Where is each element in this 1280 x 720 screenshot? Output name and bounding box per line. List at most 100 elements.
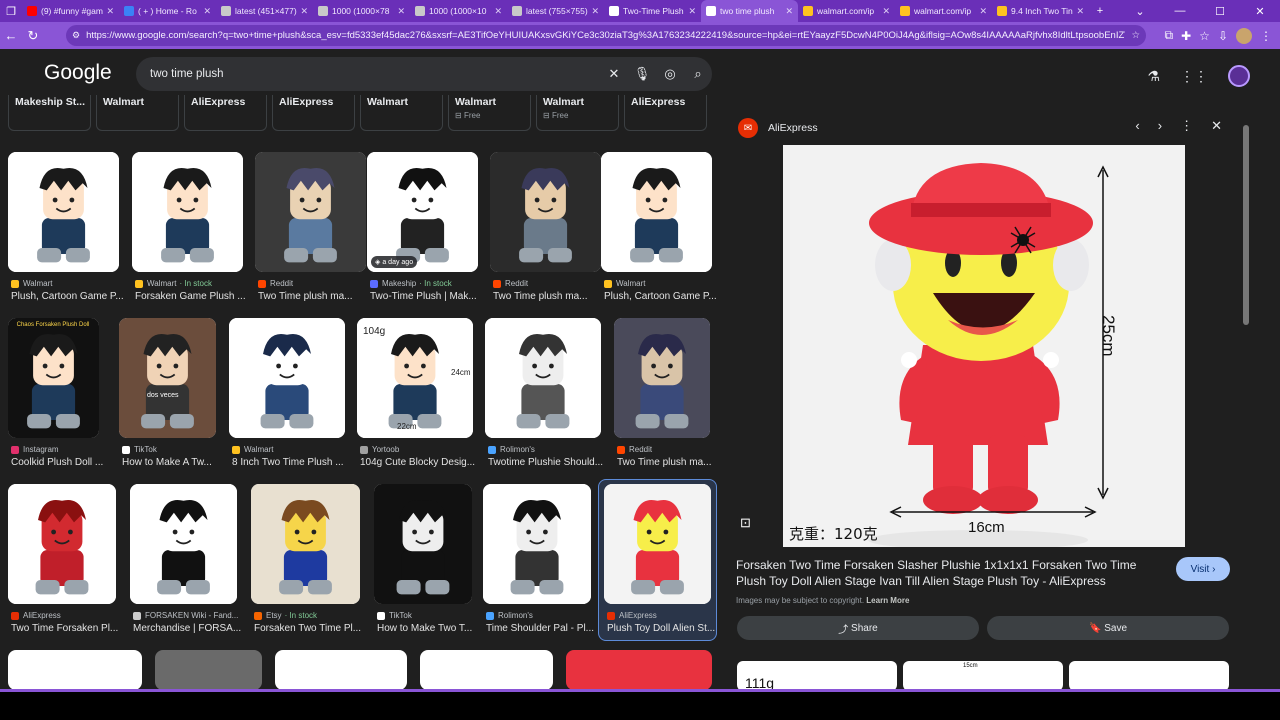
result-source[interactable]: Reddit (493, 279, 528, 288)
result-thumbnail[interactable] (8, 484, 116, 604)
mic-icon[interactable]: 🎙 (628, 66, 656, 82)
tab[interactable]: 9.4 Inch Two Tin ✕ (992, 0, 1089, 22)
tab-close-icon[interactable]: ✕ (688, 6, 696, 17)
result-thumbnail[interactable]: dos veces (119, 318, 216, 438)
result-thumbnail[interactable] (132, 152, 243, 272)
filter-chip[interactable]: AliExpress (272, 95, 355, 131)
site-info-icon[interactable]: ⚙ (72, 30, 80, 41)
scrollbar-thumb[interactable] (1243, 125, 1249, 325)
search-icon[interactable]: ⌕ (684, 66, 712, 82)
search-input[interactable]: two time plush (150, 68, 600, 80)
tab-close-icon[interactable]: ✕ (300, 6, 308, 17)
result-thumbnail[interactable]: ◈ a day ago (367, 152, 478, 272)
result-source[interactable]: Instagram (11, 445, 59, 454)
filter-chip[interactable]: AliExpress (624, 95, 707, 131)
result-title[interactable]: Twotime Plushie Should... (488, 457, 603, 468)
result-source[interactable]: AliExpress (607, 611, 657, 620)
tab[interactable]: latest (755×755) ✕ (507, 0, 604, 22)
result-thumbnail[interactable] (8, 650, 142, 689)
next-arrow-icon[interactable]: › (1158, 118, 1162, 134)
apps-grid-icon[interactable]: ⋮⋮ (1180, 68, 1208, 85)
result-title[interactable]: 8 Inch Two Time Plush ... (232, 457, 347, 468)
result-source[interactable]: Reddit (617, 445, 652, 454)
extensions-icon[interactable]: ⧉ (1165, 28, 1174, 43)
result-title[interactable]: Merchandise | FORSA... (133, 623, 248, 634)
result-source[interactable]: Makeship · In stock (370, 279, 452, 288)
tab-close-icon[interactable]: ✕ (106, 6, 114, 17)
result-thumbnail[interactable] (604, 484, 711, 604)
result-thumbnail[interactable] (155, 650, 262, 689)
tab-close-icon[interactable]: ✕ (591, 6, 599, 17)
result-thumbnail[interactable] (374, 484, 472, 604)
result-source[interactable]: TikTok (377, 611, 412, 620)
result-thumbnail[interactable] (483, 484, 591, 604)
result-thumbnail[interactable]: 104g 24cm 22cm (357, 318, 473, 438)
tab[interactable]: walmart.com/ip ✕ (798, 0, 895, 22)
filter-chip[interactable]: Walmart ⊟ Free (448, 95, 531, 131)
account-avatar[interactable] (1228, 65, 1250, 87)
result-source[interactable]: Rolimon's (488, 445, 535, 454)
tab-close-icon[interactable]: ✕ (882, 6, 890, 17)
result-title[interactable]: 104g Cute Blocky Desig... (360, 457, 475, 468)
tab[interactable]: (9) #funny #gam ✕ (22, 0, 119, 22)
result-title[interactable]: Two Time Forsaken Pl... (11, 623, 126, 634)
clear-icon[interactable]: ✕ (600, 66, 628, 82)
maximize-button[interactable]: ☐ (1200, 0, 1240, 22)
result-title[interactable]: Two Time plush ma... (617, 457, 732, 468)
prev-arrow-icon[interactable]: ‹ (1135, 118, 1139, 134)
result-source[interactable]: FORSAKEN Wiki - Fand... (133, 611, 238, 620)
tab-close-icon[interactable]: ✕ (494, 6, 502, 17)
share-button[interactable]: ⤴ Share (737, 616, 979, 640)
result-title[interactable]: Forsaken Two Time Pl... (254, 623, 369, 634)
result-thumbnail[interactable] (8, 152, 119, 272)
filter-chip[interactable]: AliExpress (184, 95, 267, 131)
result-title[interactable]: Two Time plush ma... (493, 291, 608, 302)
search-box[interactable]: two time plush ✕ 🎙 ◎ ⌕ (136, 57, 712, 91)
result-title[interactable]: Plush, Cartoon Game P... (604, 291, 719, 302)
google-logo[interactable]: Google (44, 61, 112, 85)
result-thumbnail[interactable] (601, 152, 712, 272)
save-button[interactable]: 🔖 Save (987, 616, 1229, 640)
result-thumbnail[interactable] (614, 318, 710, 438)
back-button[interactable]: ← (0, 22, 22, 49)
result-title[interactable]: Plush, Cartoon Game P... (11, 291, 126, 302)
bookmark-star-icon[interactable]: ☆ (1131, 30, 1140, 41)
scrollbar[interactable] (1240, 111, 1252, 689)
tab-close-icon[interactable]: ✕ (785, 6, 793, 17)
preview-source[interactable]: AliExpress (768, 122, 818, 134)
bookmarks-icon[interactable]: ☆ (1199, 29, 1210, 43)
download-icon[interactable]: ⇩ (1218, 29, 1228, 43)
chevron-down-icon[interactable]: ⌄ (1120, 0, 1160, 22)
filter-chip[interactable]: Walmart (360, 95, 443, 131)
result-title[interactable]: Time Shoulder Pal - Pl... (486, 623, 601, 634)
result-title[interactable]: Plush Toy Doll Alien St... (607, 623, 722, 634)
result-thumbnail[interactable] (251, 484, 360, 604)
result-thumbnail[interactable] (566, 650, 712, 689)
result-source[interactable]: AliExpress (11, 611, 61, 620)
result-title[interactable]: Two-Time Plush | Mak... (370, 291, 485, 302)
result-title[interactable]: How to Make A Tw... (122, 457, 237, 468)
tab[interactable]: 1000 (1000×78 ✕ (313, 0, 410, 22)
result-thumbnail[interactable]: Chaos Forsaken Plush Doll (8, 318, 99, 438)
tab[interactable]: Two-Time Plush ✕ (604, 0, 701, 22)
result-source[interactable]: TikTok (122, 445, 157, 454)
learn-more-link[interactable]: Learn More (866, 596, 909, 605)
result-title[interactable]: Coolkid Plush Doll ... (11, 457, 126, 468)
close-window-button[interactable]: ✕ (1240, 0, 1280, 22)
related-image[interactable]: 111g (737, 661, 897, 689)
filter-chip[interactable]: Makeship St... (8, 95, 91, 131)
related-image[interactable] (1069, 661, 1229, 689)
labs-flask-icon[interactable]: ⚗ (1147, 68, 1160, 85)
result-title[interactable]: How to Make Two T... (377, 623, 492, 634)
reload-button[interactable]: ↻ (22, 22, 44, 49)
new-tab-button[interactable]: + (1089, 0, 1111, 22)
tab-close-icon[interactable]: ✕ (397, 6, 405, 17)
result-title[interactable]: Forsaken Game Plush ... (135, 291, 250, 302)
tab-close-icon[interactable]: ✕ (203, 6, 211, 17)
result-thumbnail[interactable] (229, 318, 345, 438)
result-thumbnail[interactable] (275, 650, 407, 689)
result-thumbnail[interactable] (420, 650, 553, 689)
close-preview-icon[interactable]: ✕ (1211, 118, 1222, 134)
profile-avatar[interactable] (1236, 27, 1252, 44)
tab[interactable]: two time plush ✕ (701, 0, 798, 22)
